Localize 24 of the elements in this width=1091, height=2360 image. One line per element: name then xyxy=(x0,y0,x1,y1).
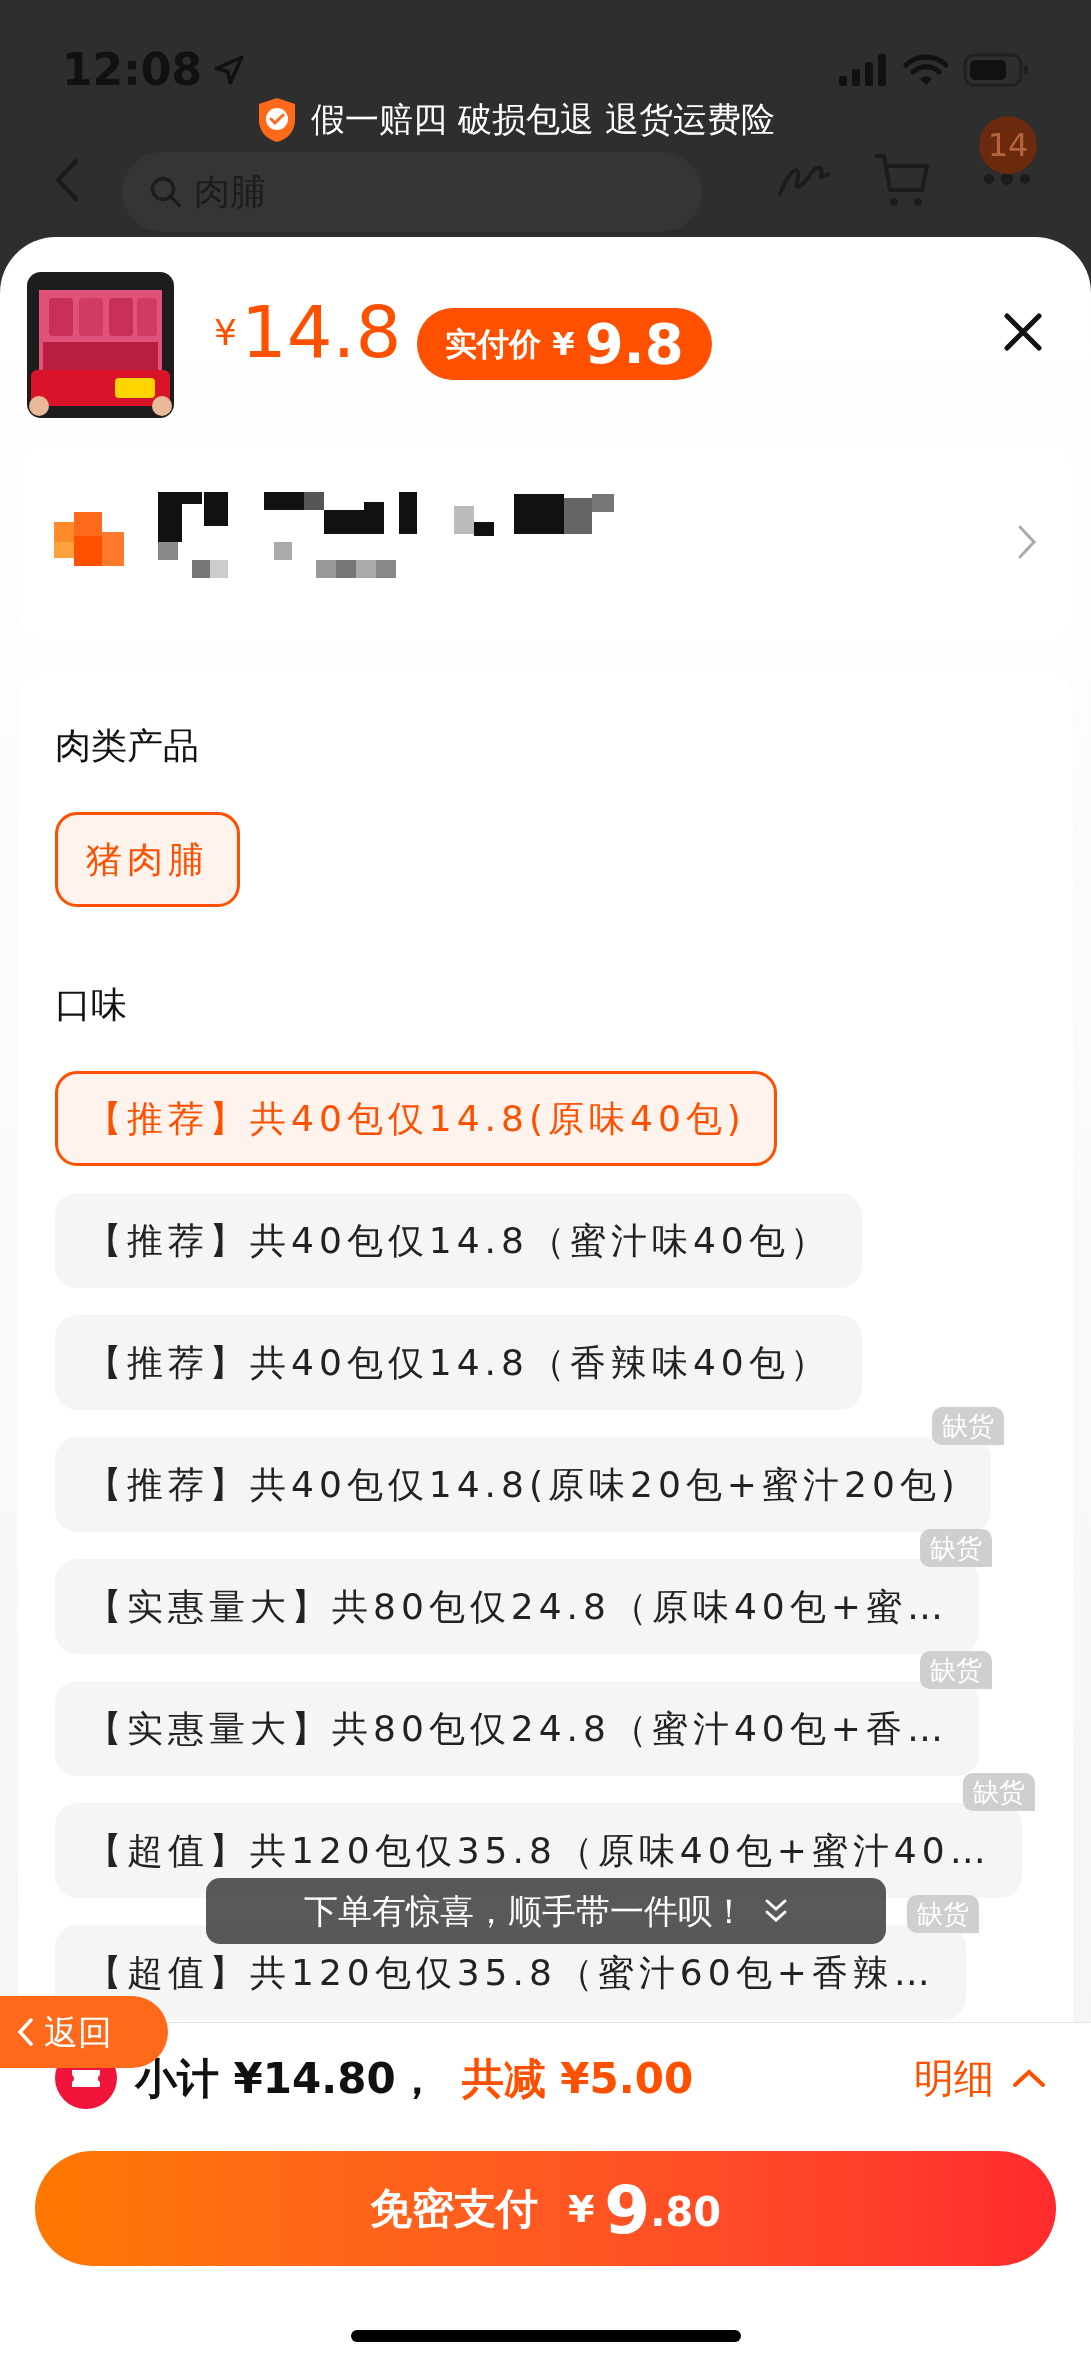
section-title: 肉类产品 xyxy=(55,728,200,764)
promo-toast: 下单有惊喜，顺手带一件呗！ xyxy=(206,1878,886,1944)
option-chip[interactable]: 【推荐】共40包仅14.8(原味20包+蜜汁20包) xyxy=(55,1437,991,1532)
option-chip[interactable]: 【实惠量大】共80包仅24.8（原味40包+蜜… xyxy=(55,1559,979,1654)
double-chevron-down-icon xyxy=(764,1898,788,1924)
guarantee-text: 假一赔四 破损包退 退货运费险 xyxy=(311,98,775,141)
close-icon[interactable] xyxy=(1003,312,1043,352)
option-chip[interactable]: 【推荐】共40包仅14.8（香辣味40包） xyxy=(55,1315,862,1410)
battery-icon xyxy=(963,53,1029,87)
final-price-badge: 实付价 ¥ 9.8 xyxy=(417,308,712,380)
discount-text: 共减 ¥5.00 xyxy=(461,2052,694,2105)
search-icon xyxy=(148,174,184,210)
chevron-up-icon xyxy=(1012,2068,1046,2088)
more-icon[interactable] xyxy=(982,172,1032,186)
section-title: 口味 xyxy=(55,987,128,1023)
wifi-icon xyxy=(903,53,949,87)
option-chip[interactable]: 【实惠量大】共80包仅24.8（蜜汁40包+香… xyxy=(55,1681,979,1776)
currency-symbol: ¥ xyxy=(214,311,237,355)
option-chip[interactable]: 【推荐】共40包仅14.8（蜜汁味40包） xyxy=(55,1193,862,1288)
price: 14.8 xyxy=(240,296,402,368)
chevron-right-icon xyxy=(1017,524,1037,560)
chevron-left-icon xyxy=(16,2017,34,2047)
signal-icon xyxy=(839,54,889,86)
cart-count-badge: 14 xyxy=(979,116,1037,174)
